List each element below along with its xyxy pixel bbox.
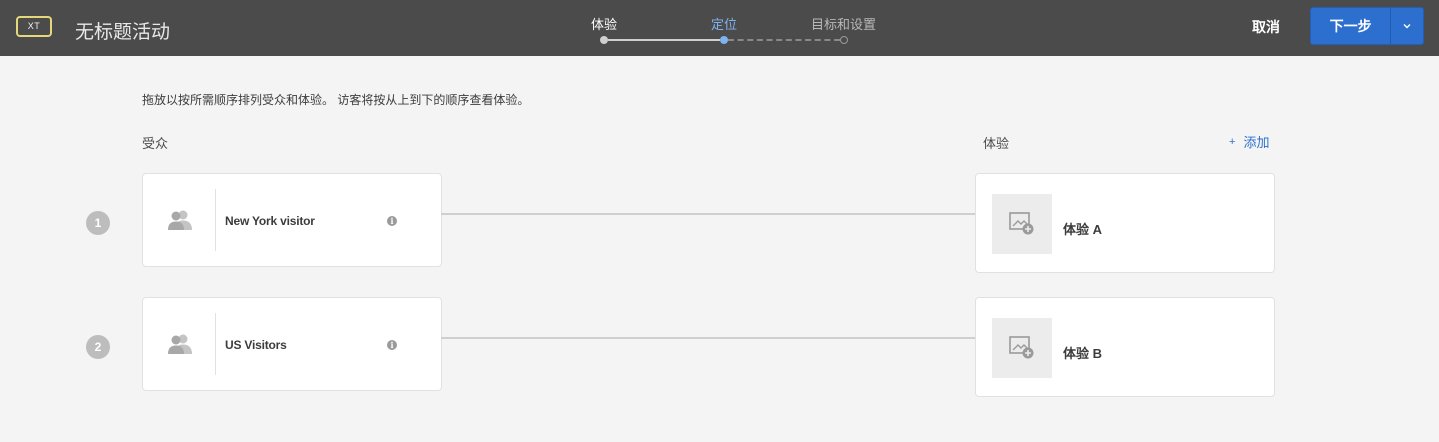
experience-column-heading: 体验 [983,136,1010,151]
step-progress-complete [608,39,720,41]
audience-column-heading: 受众 [142,136,169,151]
row-number: 2 [86,335,110,359]
experience-card[interactable]: 体验 A [975,173,1275,273]
add-label: 添加 [1243,135,1270,150]
experience-name: 体验 A [1063,222,1103,237]
step-progress-pending [728,39,840,41]
experience-thumbnail [992,194,1052,254]
add-image-icon [1009,212,1034,235]
experience-thumbnail [992,318,1052,378]
next-dropdown-button[interactable] [1391,8,1423,44]
users-icon [168,210,192,230]
plus-icon: + [1229,135,1236,148]
connector-line [441,337,976,339]
next-button[interactable]: 下一步 [1311,8,1390,44]
experience-name: 体验 B [1063,346,1103,361]
info-icon[interactable]: i [387,340,397,350]
step-dot-done [600,36,608,44]
info-icon[interactable]: i [387,216,397,226]
add-image-icon [1009,336,1034,359]
cancel-button[interactable]: 取消 [1248,14,1284,40]
xt-badge-icon: XT [16,16,52,37]
add-experience-link[interactable]: + 添加 [1229,132,1269,151]
step-goals-settings[interactable]: 目标和设置 [811,14,876,33]
audience-name: US Visitors [225,338,287,352]
audience-card[interactable]: New York visitor i [142,173,442,267]
chevron-down-icon [1403,24,1411,29]
experience-card[interactable]: 体验 B [975,297,1275,397]
instruction-text: 拖放以按所需顺序排列受众和体验。 访客将按从上到下的顺序查看体验。 [142,93,530,107]
step-experience[interactable]: 体验 [591,14,617,33]
card-divider [215,189,216,251]
top-bar: XT 无标题活动 体验 定位 目标和设置 取消 下一步 [0,0,1439,56]
next-button-group: 下一步 [1310,7,1424,45]
audience-name: New York visitor [225,214,315,228]
row-number: 1 [86,211,110,235]
users-icon [168,334,192,354]
card-divider [215,313,216,375]
connector-line [441,213,976,215]
audience-card[interactable]: US Visitors i [142,297,442,391]
step-targeting[interactable]: 定位 [711,14,737,33]
step-dot-pending [840,36,848,44]
step-dot-active [720,36,728,44]
activity-title[interactable]: 无标题活动 [75,17,170,44]
